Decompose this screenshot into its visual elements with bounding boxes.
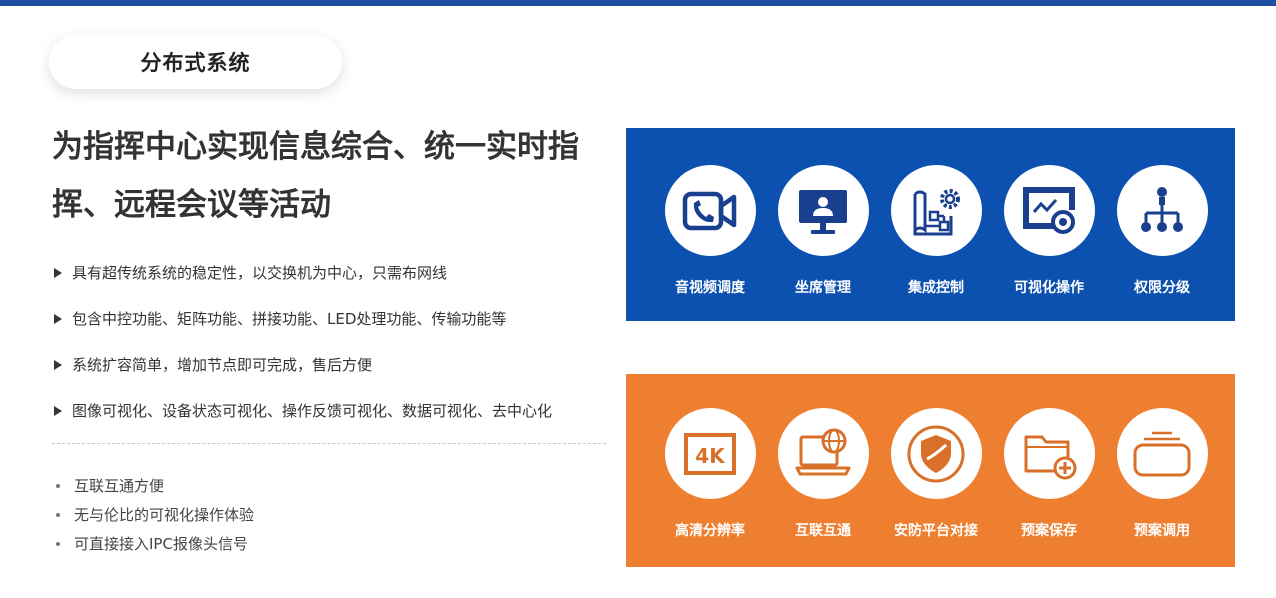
tile-label: 高清分辨率 — [675, 523, 745, 539]
tile-label: 集成控制 — [908, 280, 964, 296]
folder-add-icon — [1024, 435, 1077, 479]
icon-circle — [890, 408, 982, 499]
icon-circle — [1003, 165, 1095, 256]
feature-list: 具有超传统系统的稳定性，以交换机为中心，只需布网线 包含中控功能、矩阵功能、拼接… — [52, 257, 612, 441]
feature-text: 具有超传统系统的稳定性，以交换机为中心，只需布网线 — [72, 264, 448, 282]
icon-circle — [777, 408, 869, 499]
bullet-item: 无与伦比的可视化操作体验 — [52, 500, 254, 529]
icon-circle — [1116, 165, 1208, 256]
feature-item: 系统扩容简单，增加节点即可完成，售后方便 — [52, 349, 612, 395]
hierarchy-icon — [1141, 186, 1183, 232]
4k-label: 4K — [695, 444, 726, 468]
monitor-user-icon — [799, 189, 847, 234]
tray-icon — [1133, 431, 1191, 476]
laptop-globe-icon — [795, 428, 851, 475]
chart-eye-icon — [1023, 186, 1075, 234]
tile-label: 坐席管理 — [795, 280, 851, 296]
icon-circle — [1003, 408, 1095, 499]
bullet-text: 可直接接入IPC报像头信号 — [74, 534, 248, 553]
orange-feature-panel: 4K 高清分辨率 互联互通 安防平台对接 预案保存 预案调用 — [626, 374, 1235, 567]
dashed-divider — [52, 443, 606, 444]
arrow-bullet-icon — [54, 314, 62, 324]
feature-tile-seat-management: 坐席管理 — [768, 165, 878, 297]
feature-tile-visual-operation: 可视化操作 — [994, 165, 1104, 297]
tile-label: 权限分级 — [1134, 280, 1190, 296]
tile-label: 可视化操作 — [1014, 280, 1084, 296]
bullet-list: 互联互通方便 无与伦比的可视化操作体验 可直接接入IPC报像头信号 — [52, 471, 254, 558]
icon-circle — [890, 165, 982, 256]
section-title-pill: 分布式系统 — [49, 35, 342, 89]
feature-tile-hd-resolution: 4K 高清分辨率 — [655, 408, 765, 540]
feature-tile-plan-save: 预案保存 — [994, 408, 1104, 540]
feature-tile-av-dispatch: 音视频调度 — [655, 165, 765, 297]
bullet-text: 互联互通方便 — [74, 476, 165, 495]
tile-label: 音视频调度 — [675, 280, 745, 296]
tile-label: 预案保存 — [1021, 523, 1077, 539]
dot-bullet-icon — [56, 541, 60, 546]
icon-circle — [1116, 408, 1208, 499]
arrow-bullet-icon — [54, 360, 62, 370]
section-title: 分布式系统 — [140, 51, 251, 75]
arrow-bullet-icon — [54, 268, 62, 278]
top-accent-bar — [0, 0, 1276, 6]
feature-item: 具有超传统系统的稳定性，以交换机为中心，只需布网线 — [52, 257, 612, 303]
blueprint-gear-icon — [913, 188, 960, 235]
feature-tile-interconnect: 互联互通 — [768, 408, 878, 540]
video-call-icon — [682, 191, 737, 230]
tile-label: 安防平台对接 — [894, 523, 978, 539]
icon-circle — [777, 165, 869, 256]
tile-label: 互联互通 — [795, 523, 851, 539]
feature-item: 包含中控功能、矩阵功能、拼接功能、LED处理功能、传输功能等 — [52, 303, 612, 349]
feature-text: 系统扩容简单，增加节点即可完成，售后方便 — [72, 356, 373, 374]
dot-bullet-icon — [56, 483, 60, 488]
headline: 为指挥中心实现信息综合、统一实时指挥、远程会议等活动 — [52, 129, 579, 223]
dot-bullet-icon — [56, 512, 60, 517]
feature-text: 图像可视化、设备状态可视化、操作反馈可视化、数据可视化、去中心化 — [72, 402, 553, 420]
arrow-bullet-icon — [54, 406, 62, 416]
feature-tile-plan-recall: 预案调用 — [1107, 408, 1217, 540]
icon-circle — [664, 165, 756, 256]
icon-circle: 4K — [664, 408, 756, 499]
bullet-item: 可直接接入IPC报像头信号 — [52, 529, 254, 558]
bullet-text: 无与伦比的可视化操作体验 — [74, 505, 255, 524]
feature-tile-integrated-control: 集成控制 — [881, 165, 991, 297]
blue-feature-panel: 音视频调度 坐席管理 集成控制 可视化操作 权限分级 — [626, 128, 1235, 321]
feature-tile-security-platform: 安防平台对接 — [881, 408, 991, 540]
bullet-item: 互联互通方便 — [52, 471, 254, 500]
4k-icon: 4K — [684, 432, 736, 475]
feature-item: 图像可视化、设备状态可视化、操作反馈可视化、数据可视化、去中心化 — [52, 395, 612, 441]
tile-label: 预案调用 — [1134, 523, 1190, 539]
shield-icon — [907, 425, 965, 482]
feature-text: 包含中控功能、矩阵功能、拼接功能、LED处理功能、传输功能等 — [72, 310, 507, 328]
feature-tile-permission-levels: 权限分级 — [1107, 165, 1217, 297]
